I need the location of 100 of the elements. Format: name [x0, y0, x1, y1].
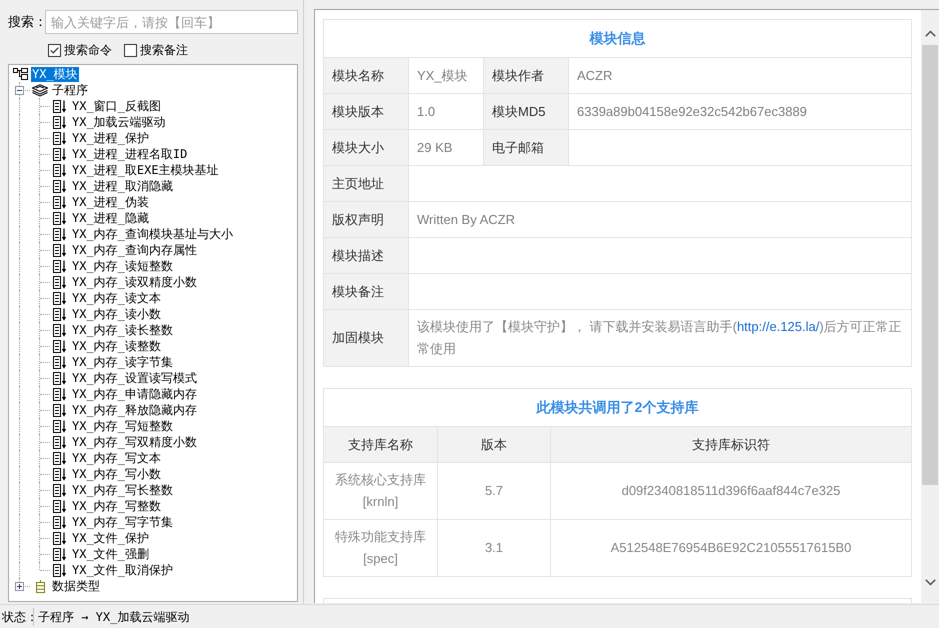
tree-item[interactable]: YX_内存_读整数 [71, 338, 162, 354]
tree-item[interactable]: YX_内存_申请隐藏内存 [71, 386, 198, 402]
status-label: 状态： [1, 608, 33, 626]
scroll-down-icon[interactable] [924, 579, 936, 586]
tree-structure-icon [12, 68, 28, 80]
tree-item[interactable]: YX_文件_取消保护 [71, 562, 174, 578]
tree-item[interactable]: YX_内存_写小数 [71, 466, 162, 482]
table-cell: 5.7 [438, 463, 551, 520]
note-text: 该模块使用了【模块守护】， 请下载并安装易语言助手(http://e.125.la/)后方可正常正常使用 [417, 318, 903, 358]
tree-item[interactable]: YX_内存_写短整数 [71, 418, 174, 434]
checkbox[interactable] [124, 44, 137, 56]
table-cell: 3.1 [438, 520, 551, 577]
checkbox-label[interactable]: 搜索备注 [140, 41, 188, 59]
document-arrow-icon [53, 468, 67, 480]
tree-item[interactable]: YX_内存_查询内存属性 [71, 242, 198, 258]
data-type-icon [36, 580, 44, 592]
document-arrow-icon [53, 484, 67, 496]
tree-item[interactable]: YX_进程_进程名取ID [71, 146, 188, 162]
column-header: 支持库标识符 [551, 427, 912, 463]
document-arrow-icon [53, 196, 67, 208]
scrollbar[interactable] [921, 10, 939, 603]
link[interactable]: http://e.125.la/ [736, 319, 820, 334]
tree-item[interactable]: 数据类型 [51, 578, 101, 594]
document-arrow-icon [53, 132, 67, 144]
column-header: 支持库名称 [324, 427, 438, 463]
document-arrow-icon [53, 116, 67, 128]
document-arrow-icon [53, 404, 67, 416]
column-header: 版本 [438, 427, 551, 463]
search-field[interactable]: 输入关键字后，请按【回车】 [45, 10, 298, 34]
document-arrow-icon [53, 564, 67, 576]
field-label: 主页地址 [324, 166, 409, 202]
tree-item[interactable]: YX_内存_释放隐藏内存 [71, 402, 198, 418]
field-label: 模块大小 [324, 130, 409, 166]
field-label: 模块作者 [484, 58, 569, 94]
tree-item[interactable]: YX_内存_读字节集 [71, 354, 174, 370]
checkbox[interactable] [48, 44, 61, 56]
tree-item[interactable]: 子程序 [51, 82, 89, 98]
tree-item[interactable]: YX_进程_伪装 [71, 194, 150, 210]
document-arrow-icon [53, 516, 67, 528]
checkmark-icon [50, 46, 59, 54]
document-arrow-icon [53, 324, 67, 336]
tree-item[interactable]: YX_内存_写整数 [71, 498, 162, 514]
tree-item[interactable]: YX_内存_查询模块基址与大小 [71, 226, 234, 242]
search-label: 搜索： [7, 13, 45, 32]
document-arrow-icon [53, 148, 67, 160]
field-label: 模块MD5 [484, 94, 569, 130]
tree-item[interactable]: YX_文件_强删 [71, 546, 150, 562]
tree-item[interactable]: YX_内存_设置读写模式 [71, 370, 198, 386]
document-arrow-icon [53, 452, 67, 464]
document-arrow-icon [53, 356, 67, 368]
document-arrow-icon [53, 164, 67, 176]
tree-item[interactable]: YX_内存_读文本 [71, 290, 162, 306]
field-label: 电子邮箱 [484, 130, 569, 166]
field-label: 模块备注 [324, 274, 409, 310]
tree-item[interactable]: YX_加载云端驱动 [71, 114, 167, 130]
document-arrow-icon [53, 532, 67, 544]
document-arrow-icon [53, 244, 67, 256]
tree-item[interactable]: YX_内存_读双精度小数 [71, 274, 198, 290]
document-arrow-icon [53, 500, 67, 512]
table-cell: 系统核心支持库 [krnln] [324, 463, 438, 520]
table-cell: A512548E76954B6E92C21055517615B0 [551, 520, 912, 577]
tree-item[interactable]: YX_内存_写双精度小数 [71, 434, 198, 450]
tree-item[interactable]: YX_进程_隐藏 [71, 210, 150, 226]
document-arrow-icon [53, 180, 67, 192]
document-arrow-icon [53, 276, 67, 288]
checkbox-label[interactable]: 搜索命令 [64, 41, 112, 59]
collapse-icon[interactable] [15, 86, 24, 95]
document-arrow-icon [53, 100, 67, 112]
document-arrow-icon [53, 548, 67, 560]
tree-item[interactable]: YX_内存_读小数 [71, 306, 162, 322]
tree-item[interactable]: YX_模块 [31, 66, 79, 82]
tree-item[interactable]: YX_内存_写字节集 [71, 514, 174, 530]
document-arrow-icon [53, 260, 67, 272]
stack-icon [32, 84, 48, 96]
status-text: 子程序 → YX_加载云端驱动 [38, 608, 190, 626]
document-arrow-icon [53, 340, 67, 352]
document-arrow-icon [53, 292, 67, 304]
scroll-up-icon[interactable] [924, 30, 936, 37]
field-label: 加固模块 [324, 310, 409, 367]
tree-item[interactable]: YX_内存_读长整数 [71, 322, 174, 338]
scrollbar-thumb[interactable] [922, 45, 938, 485]
document-arrow-icon [53, 388, 67, 400]
field-label: 版权声明 [324, 202, 409, 238]
document-arrow-icon [53, 420, 67, 432]
document-arrow-icon [53, 372, 67, 384]
expand-icon[interactable] [15, 582, 24, 591]
tree-item[interactable]: YX_进程_保护 [71, 130, 150, 146]
tree-item[interactable]: YX_进程_取消隐藏 [71, 178, 174, 194]
field-value: ACZR [569, 58, 912, 94]
tree-item[interactable]: YX_内存_写文本 [71, 450, 162, 466]
document-arrow-icon [53, 308, 67, 320]
tree-item[interactable]: YX_内存_写长整数 [71, 482, 174, 498]
document-arrow-icon [53, 212, 67, 224]
field-label: 模块描述 [324, 238, 409, 274]
tree-item[interactable]: YX_文件_保护 [71, 530, 150, 546]
document-arrow-icon [53, 228, 67, 240]
tree-item[interactable]: YX_进程_取EXE主模块基址 [71, 162, 220, 178]
tree-item[interactable]: YX_窗口_反截图 [71, 98, 162, 114]
field-label: 模块名称 [324, 58, 409, 94]
tree-item[interactable]: YX_内存_读短整数 [71, 258, 174, 274]
